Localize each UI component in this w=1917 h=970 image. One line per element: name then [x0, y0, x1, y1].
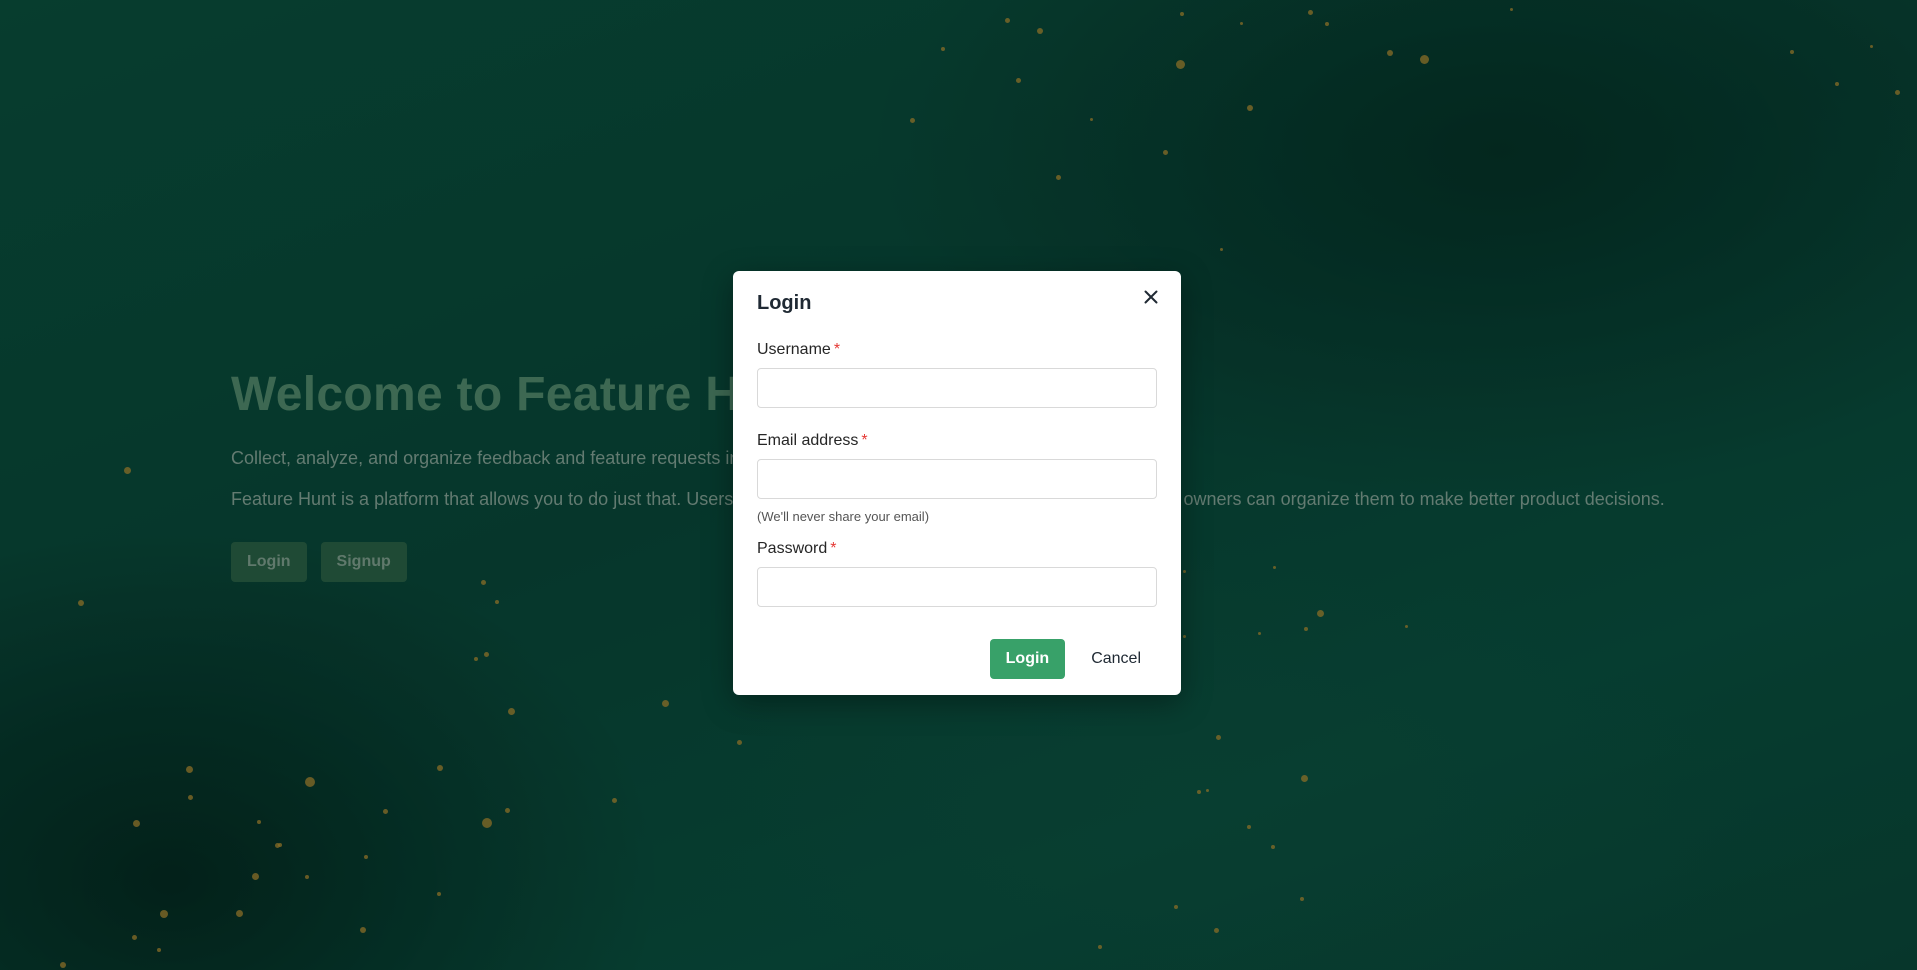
password-field-group: Password *	[757, 540, 1157, 607]
close-icon	[1144, 290, 1158, 304]
username-field-group: Username *	[757, 341, 1157, 408]
email-label: Email address *	[757, 432, 868, 449]
required-mark: *	[861, 432, 868, 449]
username-label: Username *	[757, 341, 841, 358]
required-mark: *	[830, 540, 837, 557]
modal-actions: Login Cancel	[989, 639, 1157, 679]
close-button[interactable]	[1139, 285, 1163, 309]
login-modal: Login Username * Email address * (We'll ne…	[733, 271, 1181, 695]
email-input[interactable]	[757, 459, 1157, 499]
email-hint: (We'll never share your email)	[757, 509, 930, 524]
modal-title: Login	[757, 292, 812, 314]
username-input[interactable]	[757, 368, 1157, 408]
required-mark: *	[833, 341, 841, 358]
password-input[interactable]	[757, 567, 1157, 607]
cancel-button[interactable]: Cancel	[1075, 639, 1157, 679]
email-field-group: Email address * (We'll never share your e…	[757, 432, 1157, 524]
login-submit-button[interactable]: Login	[989, 639, 1066, 679]
password-label: Password *	[757, 540, 837, 557]
